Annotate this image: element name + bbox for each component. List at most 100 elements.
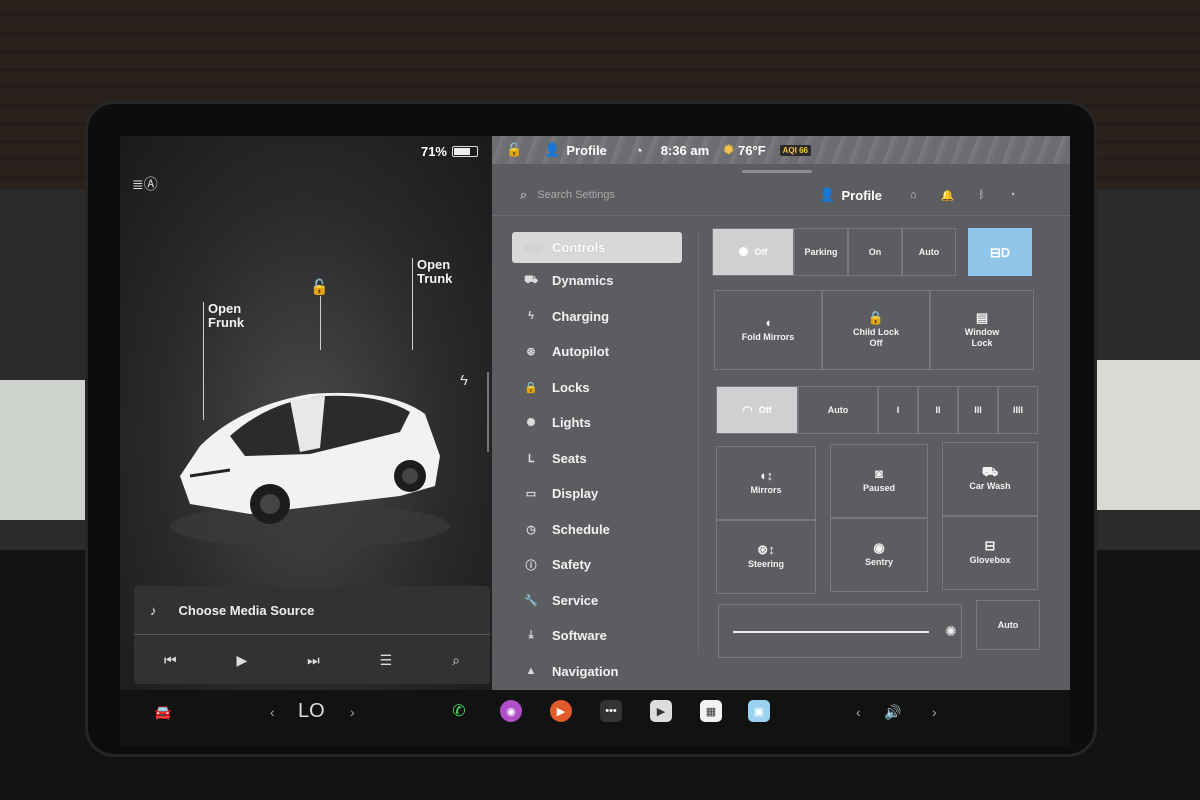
wipers-speed-2-button[interactable]: II: [918, 386, 958, 434]
previous-track-icon[interactable]: ⏮: [164, 652, 177, 669]
nav-item-label: Dynamics: [552, 273, 614, 289]
wrench-icon: 🔧: [524, 594, 538, 607]
nav-item-service[interactable]: 🔧 Service: [512, 583, 682, 619]
lights-off-button[interactable]: ✺ Off: [712, 228, 794, 276]
wipers-speed-4-button[interactable]: IIII: [998, 386, 1038, 434]
nav-item-navigation[interactable]: ▲ Navigation: [512, 654, 682, 690]
brightness-slider[interactable]: ✺: [718, 604, 962, 658]
nav-item-label: Autopilot: [552, 344, 610, 360]
camera-app-icon[interactable]: ◉: [500, 700, 522, 722]
touchscreen: ≣Ⓐ 71% Open Frunk 🔓 Open Trunk ϟ ♪ Choos…: [120, 136, 1070, 746]
settings-topbar: ⌕ 👤 Profile ⌂ 🔔 ᛒ ◔: [492, 176, 1070, 214]
fold-mirrors-button[interactable]: ◖ Fold Mirrors: [714, 290, 822, 370]
temp-down-chevron-icon[interactable]: ‹: [270, 704, 275, 720]
settings-nav: ⊂⊃ Controls ⛟ Dynamics ϟ Charging ⊛ Autopilot 🔒 L…: [512, 232, 682, 689]
nav-divider: [698, 232, 699, 652]
steering-adjust-button[interactable]: ⊛↕ Steering: [716, 520, 816, 594]
wipers-off-button[interactable]: ◠ Off: [716, 386, 798, 434]
child-lock-button[interactable]: 🔒 Child Lock Off: [822, 290, 930, 370]
bottom-dock: 🚘 ‹ LO › ✆ ◉ ▶ ••• ▶ ▦ ▣ ‹ 🔊 ›: [120, 690, 1070, 746]
lights-off-label: Off: [754, 246, 768, 257]
panel-handle[interactable]: [742, 170, 812, 173]
settings-panel: 🔓 👤 Profile ◔ 8:36 am ✹ 76°F AQI 66 ⌕ 👤 …: [492, 136, 1070, 690]
media-search-icon[interactable]: ⌕: [452, 652, 460, 669]
lock-icon: 🔒: [524, 381, 538, 394]
bluetooth-icon[interactable]: ᛒ: [978, 189, 985, 202]
lock-status-icon[interactable]: 🔓: [506, 142, 522, 158]
garage-icon[interactable]: ⌂: [910, 189, 917, 202]
car-icon[interactable]: 🚘: [154, 704, 171, 721]
wipers-speed-1-button[interactable]: I: [878, 386, 918, 434]
music-note-icon: ♪: [150, 602, 157, 618]
lights-on-button[interactable]: On: [848, 228, 902, 276]
download-icon: ⤓: [528, 629, 534, 642]
nav-item-lights[interactable]: ✺ Lights: [512, 405, 682, 441]
phone-icon[interactable]: ✆: [448, 700, 470, 722]
charge-port-icon[interactable]: ϟ: [460, 372, 468, 389]
wipers-auto-button[interactable]: Auto: [798, 386, 878, 434]
volume-icon[interactable]: 🔊: [884, 704, 901, 721]
play-icon[interactable]: ▶: [236, 652, 247, 669]
nav-item-label: Service: [552, 592, 599, 608]
glovebox-button[interactable]: ⊟ Glovebox: [942, 516, 1038, 590]
media-source-label[interactable]: Choose Media Source: [179, 603, 315, 618]
mirrors-adjust-button[interactable]: ◖↕ Mirrors: [716, 446, 816, 520]
calendar-app-icon[interactable]: ▦: [700, 700, 722, 722]
lights-auto-button[interactable]: Auto: [902, 228, 956, 276]
nav-item-dynamics[interactable]: ⛟ Dynamics: [512, 263, 682, 299]
sentry-icon: ◉: [873, 540, 885, 555]
theater-app-icon[interactable]: ▶: [650, 700, 672, 722]
nav-item-label: Controls: [552, 240, 606, 255]
steering-icon: ⊛: [526, 346, 536, 359]
nav-item-software[interactable]: ⤓ Software: [512, 618, 682, 654]
unlock-icon[interactable]: 🔓: [310, 278, 329, 296]
topbar-divider: [492, 215, 1070, 216]
nav-item-display[interactable]: ▭ Display: [512, 476, 682, 512]
bell-icon[interactable]: 🔔: [941, 189, 955, 202]
sentry-label: Sentry: [864, 557, 893, 567]
high-beam-button[interactable]: ⊟D: [968, 228, 1032, 276]
sentry-button[interactable]: ◉ Sentry: [830, 518, 928, 592]
bolt-icon: ϟ: [528, 310, 534, 323]
climate-temp-label[interactable]: LO: [298, 700, 325, 723]
temperature-label: 76°F: [738, 142, 766, 158]
nav-item-safety[interactable]: ⓘ Safety: [512, 547, 682, 583]
wipers-speed-3-button[interactable]: III: [958, 386, 998, 434]
next-track-icon[interactable]: ⏭: [307, 652, 320, 669]
equalizer-icon[interactable]: ☰: [380, 652, 393, 669]
nav-item-controls[interactable]: ⊂⊃ Controls: [512, 232, 682, 263]
nav-item-autopilot[interactable]: ⊛ Autopilot: [512, 334, 682, 370]
volume-up-chevron-icon[interactable]: ›: [932, 704, 937, 720]
brightness-track[interactable]: [733, 631, 929, 633]
nav-item-locks[interactable]: 🔒 Locks: [512, 370, 682, 406]
toybox-app-icon[interactable]: ▣: [748, 700, 770, 722]
car-wash-button[interactable]: ⛟ Car Wash: [942, 442, 1038, 516]
open-frunk-button[interactable]: Open Frunk: [208, 302, 244, 330]
wifi-settings-icon[interactable]: ◔: [1009, 189, 1016, 202]
media-app-icon[interactable]: ▶: [550, 700, 572, 722]
dashcam-button[interactable]: ◙ Paused: [830, 444, 928, 518]
status-profile-label[interactable]: Profile: [566, 143, 606, 158]
time-label: 8:36 am: [660, 142, 710, 158]
volume-down-chevron-icon[interactable]: ‹: [856, 704, 861, 720]
profile-button[interactable]: 👤 Profile: [819, 187, 882, 203]
nav-item-seats[interactable]: ᒪ Seats: [512, 441, 682, 477]
more-apps-icon[interactable]: •••: [600, 700, 622, 722]
nav-item-charging[interactable]: ϟ Charging: [512, 299, 682, 335]
window-lock-button[interactable]: ▤ Window Lock: [930, 290, 1034, 370]
headlight-icon[interactable]: ≣Ⓐ: [132, 174, 158, 194]
open-trunk-button[interactable]: Open Trunk: [417, 258, 452, 286]
nav-item-label: Safety: [552, 557, 592, 573]
seat-icon: ᒪ: [527, 452, 535, 465]
temp-up-chevron-icon[interactable]: ›: [350, 704, 355, 720]
alert-icon: ⓘ: [525, 559, 537, 572]
lights-parking-button[interactable]: Parking: [794, 228, 848, 276]
brightness-auto-button[interactable]: Auto: [976, 600, 1040, 650]
search-input[interactable]: [537, 189, 698, 201]
battery-percent: 71%: [420, 144, 447, 159]
glovebox-label: Glovebox: [969, 555, 1011, 565]
dashcam-label: Paused: [862, 483, 895, 493]
window-lock-label: Window Lock: [964, 326, 1000, 348]
car-model-image: [170, 392, 450, 548]
nav-item-schedule[interactable]: ◷ Schedule: [512, 512, 682, 548]
